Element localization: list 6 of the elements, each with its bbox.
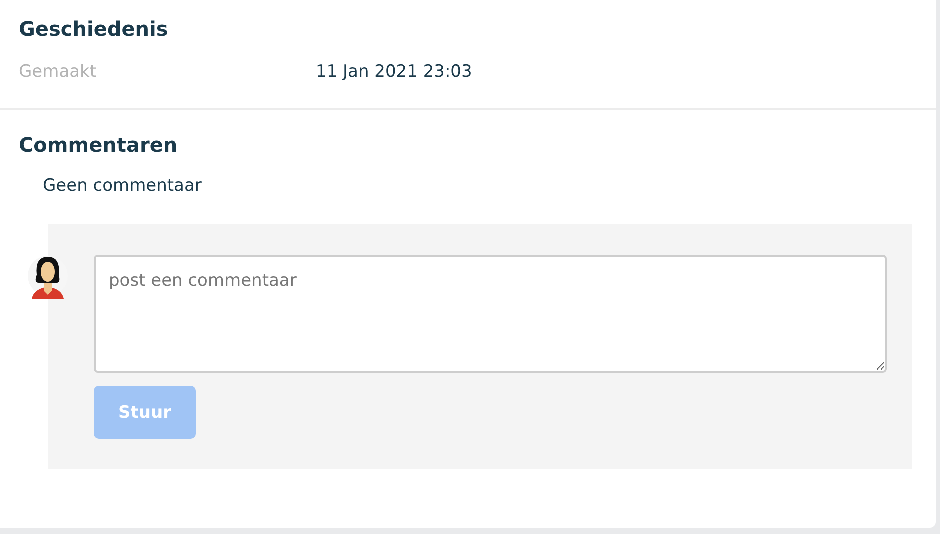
comment-field[interactable]: post een commentaar	[94, 255, 887, 373]
field-label: Gemaakt	[19, 62, 98, 82]
empty-message: Geen commentaar	[43, 176, 203, 196]
section-heading: Commentaren	[19, 132, 179, 159]
section-heading: Geschiedenis	[19, 16, 170, 43]
field-value: 11 Jan 2021 23:03	[316, 62, 472, 82]
